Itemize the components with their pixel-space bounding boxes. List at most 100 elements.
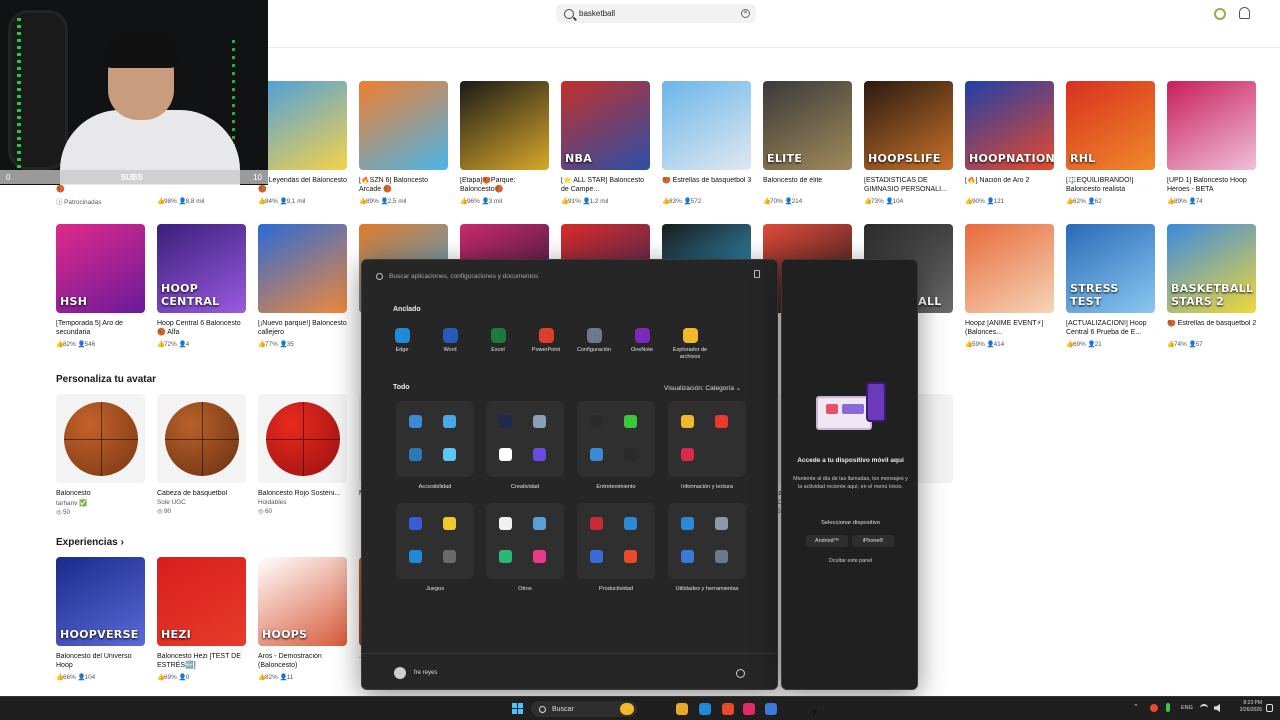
power-icon[interactable]: [736, 669, 745, 678]
game-thumbnail[interactable]: [258, 81, 347, 170]
avatar-item-thumbnail[interactable]: [258, 394, 347, 483]
notifications-bell-icon[interactable]: [1239, 7, 1250, 19]
category-folder[interactable]: [396, 401, 474, 477]
game-title[interactable]: [🔥] Nación de Aro 2: [965, 177, 1055, 194]
game-title[interactable]: [Etapa]🏀Parque: Baloncesto🏀: [460, 177, 550, 194]
clear-search-icon[interactable]: ✕: [741, 9, 750, 18]
game-card[interactable]: HSH [Temporada 5] Aro de secundaria 👍82% 👤…: [56, 224, 146, 348]
game-title[interactable]: Aros - Demostración (Baloncesto): [258, 653, 348, 670]
game-title[interactable]: [UPD 1] Baloncesto Hoop Heroes - BETA: [1167, 177, 1257, 194]
avatar-section-title[interactable]: Personaliza tu avatar: [56, 374, 156, 385]
avatar-item-thumbnail[interactable]: [157, 394, 246, 483]
hide-panel-link[interactable]: Ocultar este panel: [792, 558, 909, 564]
game-thumbnail[interactable]: [662, 81, 751, 170]
avatar-item-creator[interactable]: tarhanv ✅: [56, 499, 146, 507]
start-search-bar[interactable]: Buscar aplicaciones, configuraciones y d…: [376, 268, 766, 284]
android-button[interactable]: Android™: [806, 535, 848, 547]
game-title[interactable]: [⚖️EQUILIBRANDO!] Baloncesto realista: [1066, 177, 1156, 194]
category-folder[interactable]: [577, 401, 655, 477]
edge-icon[interactable]: [699, 703, 711, 715]
category-folder[interactable]: [577, 503, 655, 579]
pinned-app[interactable]: Excel: [478, 328, 518, 354]
avatar-item-creator[interactable]: Holdables: [258, 499, 348, 506]
notification-center-icon[interactable]: [1266, 704, 1273, 712]
avatar-item-creator[interactable]: Sole UGC: [157, 499, 247, 506]
game-card[interactable]: ELITE Baloncesto de élite 👍70% 👤214: [763, 81, 853, 205]
game-card[interactable]: [🔥SZN 6] Baloncesto Arcade 🏀 👍89% 👤2,5 mi…: [359, 81, 449, 205]
start-search-placeholder[interactable]: Buscar aplicaciones, configuraciones y d…: [389, 273, 538, 280]
game-card[interactable]: 🏀 Leyendas del Baloncesto🏀 👍84% 👤9,1 mil: [258, 81, 348, 205]
tray-app-icon[interactable]: [1150, 704, 1158, 712]
avatar-item-thumbnail[interactable]: [56, 394, 145, 483]
game-thumbnail[interactable]: [359, 81, 448, 170]
tray-chevron-icon[interactable]: ⌃: [1133, 703, 1139, 711]
avatar-item-card[interactable]: Cabeza de básquetbol Sole UGC ◎90: [157, 394, 247, 515]
game-thumbnail[interactable]: BASKETBALL STARS 2: [1167, 224, 1256, 313]
pinned-app[interactable]: OneNote: [622, 328, 662, 354]
avatar-item-title[interactable]: Baloncesto: [56, 490, 146, 499]
game-thumbnail[interactable]: ELITE: [763, 81, 852, 170]
pinned-app[interactable]: Word: [430, 328, 470, 354]
game-card[interactable]: HOOPVERSE Baloncesto del Universo Hoop 👍66…: [56, 557, 146, 681]
game-thumbnail[interactable]: [258, 224, 347, 313]
game-card[interactable]: HOOP CENTRAL Hoop Central 6 Baloncesto 🏀 …: [157, 224, 247, 348]
user-account-button[interactable]: fre reyes: [394, 667, 437, 679]
game-card[interactable]: RHL [⚖️EQUILIBRANDO!] Baloncesto realista…: [1066, 81, 1156, 205]
game-thumbnail[interactable]: HOOPVERSE: [56, 557, 145, 646]
game-card[interactable]: Hoopz [ANIME EVENT⚡] (Balonces... 👍59% 👤4…: [965, 224, 1055, 348]
category-folder[interactable]: [668, 401, 746, 477]
category-folder[interactable]: [668, 503, 746, 579]
game-title[interactable]: Baloncesto del Universo Hoop: [56, 653, 146, 670]
game-thumbnail[interactable]: [460, 81, 549, 170]
view-category-dropdown[interactable]: Visualización: Categoría ⌄: [664, 384, 741, 392]
game-card[interactable]: BASKETBALL STARS 2 🏀 Estrellas de básquet…: [1167, 224, 1257, 348]
game-card[interactable]: STRESS TEST [ACTUALIZACIÓN!] Hoop Central…: [1066, 224, 1156, 348]
category-folder[interactable]: [486, 503, 564, 579]
volume-icon[interactable]: [1214, 704, 1220, 712]
game-thumbnail[interactable]: RHL: [1066, 81, 1155, 170]
game-title[interactable]: [¡Nuevo parque!] Baloncesto callejero: [258, 320, 348, 337]
windows-start-icon[interactable]: [512, 703, 524, 715]
game-card[interactable]: 🏀 Estrellas de básquetbol 3 👍83% 👤572: [662, 81, 752, 205]
game-card[interactable]: HEZI Baloncesto Hezi [TEST DE ESTRÉS🆕] 👍69…: [157, 557, 247, 681]
game-thumbnail[interactable]: STRESS TEST: [1066, 224, 1155, 313]
game-thumbnail[interactable]: HOOPS: [258, 557, 347, 646]
game-title[interactable]: [ESTADÍSTICAS DE GIMNASIO PERSONALI...: [864, 177, 954, 194]
game-card[interactable]: [¡Nuevo parque!] Baloncesto callejero 👍77…: [258, 224, 348, 348]
game-title[interactable]: Hoop Central 6 Baloncesto 🏀 Alfa: [157, 320, 247, 337]
game-card[interactable]: HOOPSLIFE [ESTADÍSTICAS DE GIMNASIO PERSO…: [864, 81, 954, 205]
game-thumbnail[interactable]: HOOPSLIFE: [864, 81, 953, 170]
phone-link-icon[interactable]: [754, 270, 760, 278]
file-explorer-icon[interactable]: [676, 703, 688, 715]
avatar-item-card[interactable]: Baloncesto Rojo Sosteni... Holdables ◎60: [258, 394, 348, 515]
game-thumbnail[interactable]: HOOPNATION: [965, 81, 1054, 170]
game-card[interactable]: NBA [⭐ ALL STAR] Baloncesto de Campe... 👍9…: [561, 81, 651, 205]
game-title[interactable]: 🏀 Estrellas de básquetbol 2: [1167, 320, 1257, 337]
game-thumbnail[interactable]: HOOP CENTRAL: [157, 224, 246, 313]
game-thumbnail[interactable]: [965, 224, 1054, 313]
game-title[interactable]: Baloncesto de élite: [763, 177, 853, 194]
experiences-section-title[interactable]: Experiencias ›: [56, 537, 124, 548]
game-title[interactable]: [🔥SZN 6] Baloncesto Arcade 🏀: [359, 177, 449, 194]
microphone-icon[interactable]: [1166, 703, 1170, 712]
avatar-item-title[interactable]: Cabeza de básquetbol: [157, 490, 247, 499]
pinned-app[interactable]: Explorador de archivos: [670, 328, 710, 360]
roblox-studio-icon[interactable]: [765, 703, 777, 715]
search-input[interactable]: basketball: [579, 9, 615, 18]
game-title[interactable]: [Temporada 5] Aro de secundaria: [56, 320, 146, 337]
robux-icon[interactable]: [1214, 8, 1226, 20]
clock[interactable]: 8:23 PM 2/26/2026: [1228, 700, 1262, 714]
game-title[interactable]: 🏀 Estrellas de básquetbol 3: [662, 177, 752, 194]
game-card[interactable]: [Etapa]🏀Parque: Baloncesto🏀 👍96% 👤3 mil: [460, 81, 550, 205]
game-thumbnail[interactable]: HSH: [56, 224, 145, 313]
game-card[interactable]: HOOPS Aros - Demostración (Baloncesto) 👍82…: [258, 557, 348, 681]
language-indicator[interactable]: ENG: [1181, 705, 1193, 711]
avatar-item-card[interactable]: Baloncesto tarhanv ✅ ◎50: [56, 394, 146, 516]
pinned-app[interactable]: PowerPoint: [526, 328, 566, 354]
avatar-item-title[interactable]: Baloncesto Rojo Sosteni...: [258, 490, 348, 499]
game-title[interactable]: [ACTUALIZACIÓN!] Hoop Central 6 Prueba d…: [1066, 320, 1156, 337]
wifi-icon[interactable]: [1200, 704, 1208, 712]
pinned-app[interactable]: Configuración: [574, 328, 614, 354]
pinned-app[interactable]: Edge: [382, 328, 422, 354]
explorer-icon[interactable]: [620, 703, 634, 715]
